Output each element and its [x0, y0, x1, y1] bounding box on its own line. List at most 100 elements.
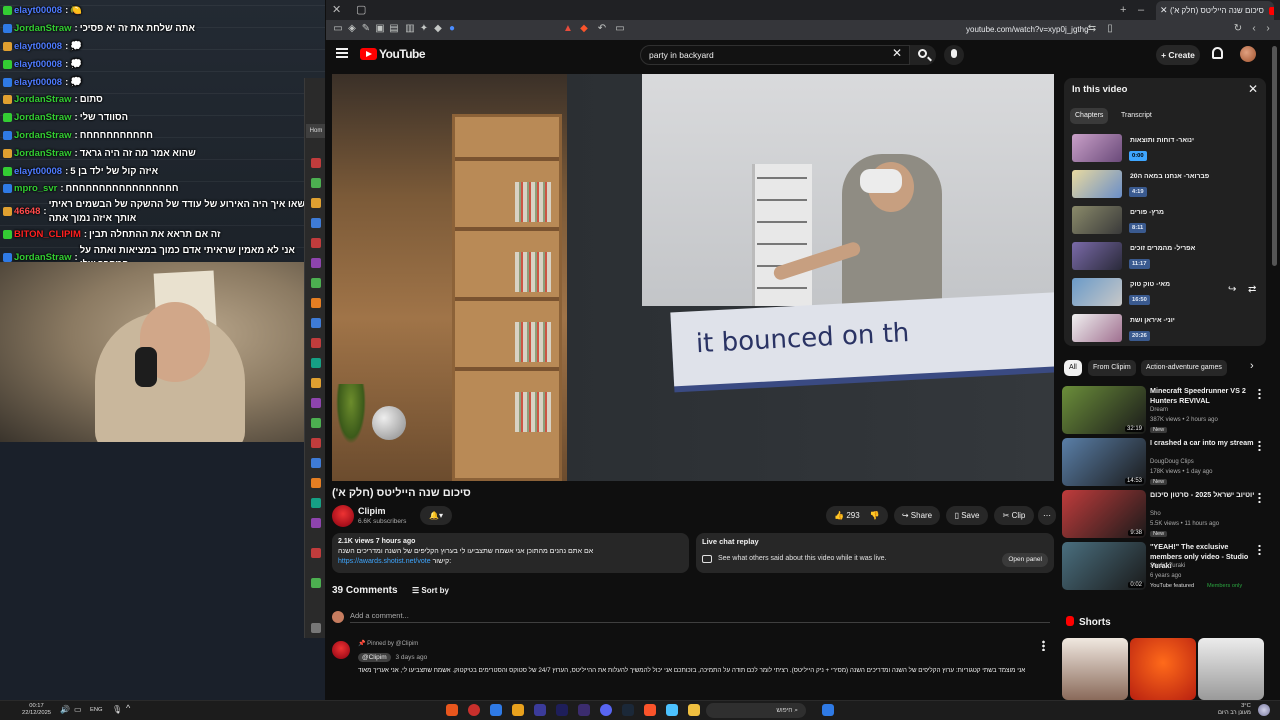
- short-thumbnail[interactable]: [1198, 638, 1264, 700]
- vpn-icon[interactable]: ●: [446, 23, 458, 35]
- create-button[interactable]: + Create: [1156, 45, 1200, 65]
- sidebar-app-icon[interactable]: [311, 218, 321, 228]
- sidebar-app-icon[interactable]: [311, 438, 321, 448]
- sidebar-app-icon[interactable]: [311, 258, 321, 268]
- sort-button[interactable]: ☰ Sort by: [412, 586, 449, 595]
- sidebar-app-icon[interactable]: [311, 358, 321, 368]
- video-channel[interactable]: Studio Yuraki: [1150, 563, 1185, 569]
- filter-all[interactable]: All: [1064, 360, 1082, 376]
- chapter-item[interactable]: פברואר- אנחנו במאה ה20 4:19: [1070, 170, 1260, 203]
- sidebar-app-icon[interactable]: [311, 518, 321, 528]
- clip-button[interactable]: ✂ Clip: [994, 506, 1034, 525]
- subscription-bell-button[interactable]: 🔔▾: [420, 506, 452, 525]
- sidebar-app-icon[interactable]: [311, 458, 321, 468]
- weather-widget[interactable]: 3°C מעונן רב היום: [1218, 703, 1251, 717]
- hamburger-menu-icon[interactable]: [336, 48, 348, 58]
- back-icon[interactable]: ‹: [1248, 23, 1260, 35]
- search-input[interactable]: party in backyard: [640, 45, 910, 65]
- close-panel-icon[interactable]: ✕: [1248, 82, 1258, 96]
- diamond-icon[interactable]: ◆: [432, 23, 444, 35]
- like-button[interactable]: 👍 293: [834, 511, 860, 520]
- video-channel[interactable]: Sho: [1150, 511, 1161, 517]
- windows-start-icon[interactable]: [822, 704, 834, 716]
- sidebar-app-icon[interactable]: [311, 198, 321, 208]
- sidebar-app-icon[interactable]: [311, 548, 321, 558]
- sidebar-settings-icon[interactable]: [311, 623, 321, 633]
- forward-icon[interactable]: ›: [1262, 23, 1274, 35]
- comment-author[interactable]: @Clipim: [358, 653, 391, 662]
- channel-name[interactable]: Clipim: [358, 506, 386, 516]
- youtube-logo[interactable]: YouTube: [360, 47, 426, 61]
- comment-author-avatar[interactable]: [332, 641, 350, 659]
- taskbar-search[interactable]: חיפוש ⌕: [706, 703, 806, 718]
- video-more-icon[interactable]: [1258, 492, 1261, 503]
- sidebar-app-icon[interactable]: [311, 158, 321, 168]
- sidebar-app-icon[interactable]: [311, 478, 321, 488]
- minimize-icon[interactable]: –: [1138, 3, 1144, 17]
- save-button[interactable]: ▯ Save: [946, 506, 988, 525]
- recommended-video[interactable]: 14:53 I crashed a car into my stream DougD…: [1062, 438, 1266, 490]
- language-indicator[interactable]: ENG: [90, 707, 103, 714]
- video-more-icon[interactable]: [1258, 388, 1261, 399]
- chapter-timestamp[interactable]: 8:11: [1129, 223, 1147, 233]
- video-player[interactable]: it bounced on th: [332, 74, 1054, 481]
- video-thumbnail[interactable]: 0:02: [1062, 542, 1146, 590]
- video-thumbnail[interactable]: 14:53: [1062, 438, 1146, 486]
- sidebar-app-icon[interactable]: [311, 318, 321, 328]
- extensions-icon[interactable]: ▥: [404, 23, 416, 35]
- chapter-item[interactable]: יוני- איראן ושת 20:26: [1070, 314, 1260, 347]
- edit-icon[interactable]: ✎: [360, 23, 372, 35]
- sidebar-app-icon[interactable]: [311, 278, 321, 288]
- chapter-timestamp[interactable]: 20:26: [1129, 331, 1150, 341]
- clear-search-icon[interactable]: ✕: [892, 46, 902, 60]
- app-icon[interactable]: [446, 704, 458, 716]
- filter-games[interactable]: Action-adventure games: [1141, 360, 1227, 376]
- description-link[interactable]: https://awards.shotist.net/vote: [338, 558, 431, 565]
- sidebar-app-icon[interactable]: [311, 178, 321, 188]
- chapter-timestamp[interactable]: 4:19: [1129, 187, 1147, 197]
- more-actions-button[interactable]: ⋯: [1038, 506, 1056, 525]
- video-more-icon[interactable]: [1258, 544, 1261, 555]
- tab-chapters[interactable]: Chapters: [1070, 108, 1109, 124]
- after-effects-icon[interactable]: [556, 704, 568, 716]
- tab-transcript[interactable]: Transcript: [1116, 108, 1157, 124]
- sidebar-toggle-icon[interactable]: ▭: [332, 23, 344, 35]
- undo-icon[interactable]: ↶: [596, 23, 608, 35]
- obs-icon[interactable]: [468, 704, 480, 716]
- recommended-video[interactable]: 9:38 יוטיוב ישראל 2025 - סרטון סיכום Sho 5.…: [1062, 490, 1266, 542]
- sidebar-app-icon[interactable]: [311, 498, 321, 508]
- new-tab-icon[interactable]: +: [1120, 3, 1126, 17]
- video-channel[interactable]: DougDoug Clips: [1150, 459, 1194, 465]
- recommended-video[interactable]: 0:02 "YEAH!" The exclusive members only v…: [1062, 542, 1266, 594]
- sidebar-app-icon[interactable]: [311, 578, 321, 588]
- store-icon[interactable]: [666, 704, 678, 716]
- video-title-link[interactable]: I crashed a car into my stream: [1150, 438, 1256, 448]
- tab-icon[interactable]: ▭: [614, 23, 626, 35]
- sidebar-app-icon[interactable]: [311, 378, 321, 388]
- video-more-icon[interactable]: [1258, 440, 1261, 451]
- comment-more-icon[interactable]: [1042, 640, 1045, 651]
- sidebar-app-icon[interactable]: [311, 418, 321, 428]
- mic-tray-icon[interactable]: 🎙: [112, 706, 122, 714]
- sidebar-app-icon[interactable]: [311, 238, 321, 248]
- repeat-icon[interactable]: ⇄: [1248, 284, 1256, 295]
- restore-window-icon[interactable]: ▢: [356, 3, 366, 17]
- premiere-icon[interactable]: [534, 704, 546, 716]
- tab-youtube[interactable]: ✕ סיכום שנה הייליטס (חלק א'): [1156, 1, 1274, 20]
- tab-close-icon[interactable]: ✕: [1160, 1, 1168, 20]
- description-box[interactable]: 2.1K views 7 hours ago אם אתם נהנים מהתו…: [332, 533, 689, 573]
- chapter-item[interactable]: מאי- טוק טוק 16:50 ↪ ⇄: [1070, 278, 1260, 311]
- chevron-right-icon[interactable]: ›: [1250, 360, 1254, 372]
- notifications-bell-icon[interactable]: [1212, 47, 1223, 59]
- video-thumbnail[interactable]: 32:19: [1062, 386, 1146, 434]
- sidebar-home-icon[interactable]: Hom: [306, 124, 325, 138]
- video-channel[interactable]: Dream: [1150, 407, 1168, 413]
- tray-clock[interactable]: 00:17 22/12/2025: [22, 703, 51, 717]
- brave-taskbar-icon[interactable]: [644, 704, 656, 716]
- address-bar[interactable]: youtube.com/watch?v=xyp0j_jgthg: [966, 23, 1091, 37]
- video-thumbnail[interactable]: 9:38: [1062, 490, 1146, 538]
- open-panel-button[interactable]: Open panel: [1002, 553, 1048, 567]
- sidebar-app-icon[interactable]: [311, 398, 321, 408]
- reload-icon[interactable]: ↻: [1232, 23, 1244, 35]
- bookmark-icon[interactable]: ▯: [1104, 23, 1116, 35]
